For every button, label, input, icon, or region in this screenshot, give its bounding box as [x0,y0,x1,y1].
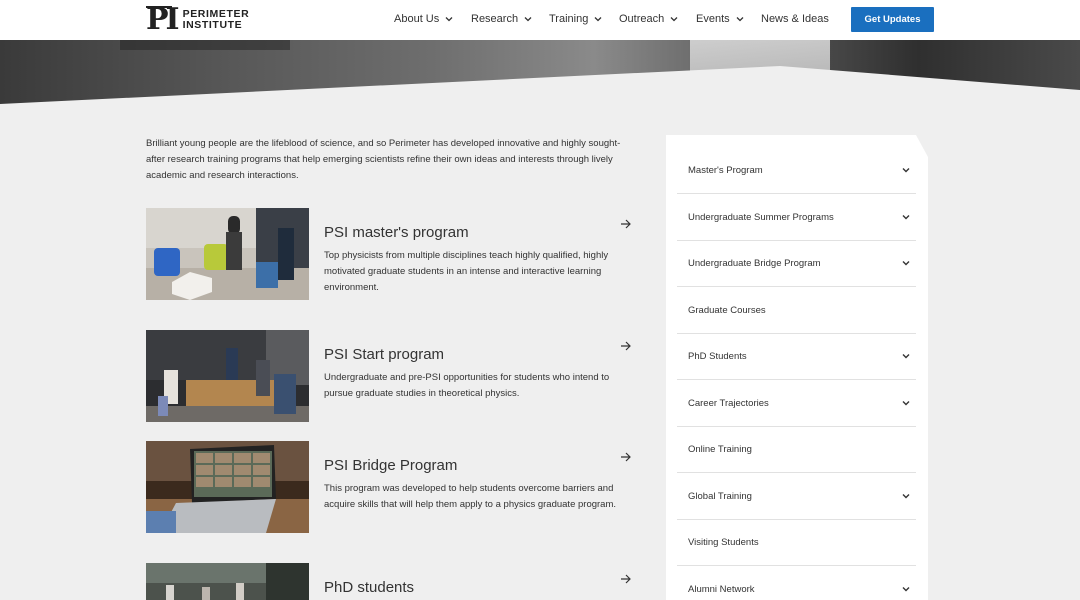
program-description: Top physicists from multiple disciplines… [324,250,609,293]
chevron-down-icon [670,17,678,22]
sidebar-item-label: PhD Students [688,350,747,362]
program-image [146,208,309,300]
nav-events[interactable]: Events [696,13,744,25]
sidebar-item-alumni-network[interactable]: Alumni Network [677,566,916,600]
arrow-right-icon[interactable] [620,218,632,230]
chevron-down-icon [524,17,532,22]
nav-news-ideas[interactable]: News & Ideas [761,13,829,25]
program-description: Undergraduate and pre-PSI opportunities … [324,372,610,399]
sidebar-item-label: Master's Program [688,164,763,176]
sidebar-item-online-training[interactable]: Online Training [677,426,916,473]
sidebar-item-label: Visiting Students [688,536,759,548]
chevron-down-icon [736,17,744,22]
sidebar-item-undergraduate-bridge-program[interactable]: Undergraduate Bridge Program [677,240,916,287]
nav-outreach[interactable]: Outreach [619,13,678,25]
chevron-down-icon[interactable] [902,167,910,173]
nav-label: Outreach [619,13,665,25]
program-title[interactable]: PSI Bridge Program [324,457,457,474]
sidebar-item-label: Career Trajectories [688,397,769,409]
sidebar-item-graduate-courses[interactable]: Graduate Courses [677,287,916,334]
perimeter-institute-logo[interactable]: PI PERIMETER INSTITUTE [146,5,249,35]
nav-research[interactable]: Research [471,13,532,25]
program-image [146,330,309,422]
chevron-down-icon[interactable] [902,214,910,220]
nav-label: News & Ideas [761,13,829,25]
sidebar-item-global-training[interactable]: Global Training [677,473,916,520]
get-updates-button[interactable]: Get Updates [851,7,934,32]
program-description: This program was developed to help stude… [324,483,617,510]
nav-label: Events [696,13,730,25]
nav-about-us[interactable]: About Us [394,13,453,25]
chevron-down-icon[interactable] [902,400,910,406]
nav-training[interactable]: Training [549,13,602,25]
logo-mark: PI [146,2,180,37]
program-image [146,441,309,533]
sidebar-item-label: Undergraduate Summer Programs [688,211,834,223]
program-image [146,563,309,600]
hero-angled-edge [0,66,1080,104]
training-sidebar: Master's Program Undergraduate Summer Pr… [666,135,928,600]
program-title[interactable]: PSI master's program [324,224,469,241]
program-title[interactable]: PSI Start program [324,346,444,363]
intro-text: Brilliant young people are the lifeblood… [146,138,621,181]
hero-image [0,40,1080,104]
sidebar-item-label: Alumni Network [688,583,755,595]
sidebar-item-label: Graduate Courses [688,304,766,316]
chevron-down-icon[interactable] [902,493,910,499]
chevron-down-icon [445,17,453,22]
site-header: PI PERIMETER INSTITUTE About Us Research… [0,0,1080,40]
sidebar-item-career-trajectories[interactable]: Career Trajectories [677,380,916,427]
sidebar-item-masters-program[interactable]: Master's Program [677,147,916,194]
sidebar-item-visiting-students[interactable]: Visiting Students [677,519,916,566]
nav-label: Training [549,13,589,25]
sidebar-item-label: Undergraduate Bridge Program [688,257,821,269]
sidebar-item-phd-students[interactable]: PhD Students [677,333,916,380]
sidebar-item-label: Global Training [688,490,752,502]
chevron-down-icon[interactable] [902,353,910,359]
arrow-right-icon[interactable] [620,451,632,463]
logo-wordmark: PERIMETER INSTITUTE [182,8,250,31]
sidebar-item-label: Online Training [688,443,752,455]
arrow-right-icon[interactable] [620,340,632,352]
chevron-down-icon [594,17,602,22]
nav-label: About Us [394,13,440,25]
sidebar-item-undergraduate-summer-programs[interactable]: Undergraduate Summer Programs [677,194,916,241]
chevron-down-icon[interactable] [902,586,910,592]
arrow-right-icon[interactable] [620,573,632,585]
program-title[interactable]: PhD students [324,579,414,596]
nav-label: Research [471,13,519,25]
chevron-down-icon[interactable] [902,260,910,266]
